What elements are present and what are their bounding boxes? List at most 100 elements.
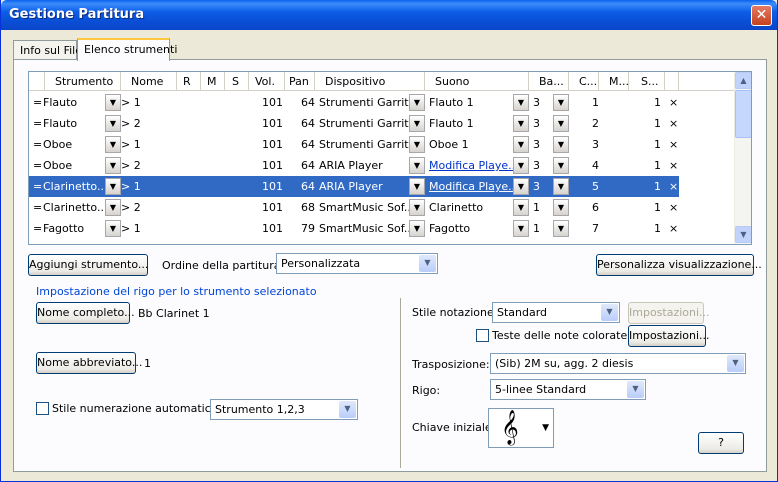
table-row[interactable]: = Flauto ▼ > 2 101 64 Strumenti Garrit... ▼ Flau…: [29, 113, 679, 134]
header-instrument[interactable]: Strumento: [45, 72, 121, 91]
colored-heads-label: Teste delle note colorate: [492, 329, 628, 342]
edit-player-link[interactable]: Modifica Playe...: [429, 159, 513, 172]
table-row[interactable]: = Fagotto ▼ > 1 101 79 SmartMusic Sof... ▼ Fagot…: [29, 218, 679, 239]
full-name-value: Bb Clarinet 1: [138, 307, 210, 320]
channel-cell: 7: [592, 222, 599, 235]
colored-heads-checkbox[interactable]: [476, 329, 489, 342]
name-cell: > 1: [121, 222, 141, 235]
chevron-down-icon[interactable]: ▼: [409, 115, 425, 132]
table-row[interactable]: = Flauto ▼ > 1 101 64 Strumenti Garrit... ▼ Flau…: [29, 92, 679, 113]
initial-clef-picker[interactable]: 𝄞 ▼: [488, 408, 554, 448]
remove-icon[interactable]: ×: [669, 176, 679, 197]
short-name-button[interactable]: Nome abbreviato...: [36, 352, 142, 374]
remove-icon[interactable]: ×: [669, 134, 679, 155]
table-row[interactable]: = Oboe ▼ > 2 101 64 ARIA Player ▼ Modifica Playe…: [29, 155, 679, 176]
table-row[interactable]: = Clarinetto... ▼ > 2 101 68 SmartMusic Sof...…: [29, 197, 679, 218]
name-cell: > 1: [121, 96, 141, 109]
volume-cell: 101: [262, 138, 283, 151]
header-s2[interactable]: S...: [629, 72, 665, 91]
header-r[interactable]: R: [177, 72, 201, 91]
close-button[interactable]: ✕: [751, 5, 772, 26]
notation-style-select[interactable]: Standard ▼: [492, 302, 620, 323]
header-s[interactable]: S: [225, 72, 249, 91]
header-m[interactable]: M: [201, 72, 225, 91]
add-instrument-button[interactable]: Aggiungi strumento...: [28, 254, 148, 276]
header-m2[interactable]: M...: [599, 72, 629, 91]
bank-cell: 3: [533, 96, 540, 109]
chevron-down-icon[interactable]: ▼: [105, 115, 121, 132]
chevron-down-icon[interactable]: ▼: [409, 220, 425, 237]
header-device[interactable]: Dispositivo: [315, 72, 425, 91]
remove-icon[interactable]: ×: [669, 218, 679, 239]
chevron-down-icon[interactable]: ▼: [553, 220, 569, 237]
chevron-down-icon[interactable]: ▼: [553, 157, 569, 174]
s-cell: 1: [654, 96, 661, 109]
device-cell: SmartMusic Sof...: [319, 222, 413, 235]
chevron-down-icon[interactable]: ▼: [553, 199, 569, 216]
remove-icon[interactable]: ×: [669, 155, 679, 176]
chevron-down-icon[interactable]: ▼: [105, 178, 121, 195]
edit-player-link[interactable]: Modifica Playe...: [429, 180, 513, 193]
remove-icon[interactable]: ×: [669, 92, 679, 113]
channel-cell: 6: [592, 201, 599, 214]
auto-numbering-checkbox[interactable]: [36, 402, 49, 415]
bank-cell: 3: [533, 117, 540, 130]
chevron-down-icon[interactable]: ▼: [553, 94, 569, 111]
header-channel[interactable]: C...: [569, 72, 599, 91]
remove-icon[interactable]: ×: [669, 113, 679, 134]
vertical-separator: [400, 298, 401, 468]
chevron-down-icon[interactable]: ▼: [409, 199, 425, 216]
header-volume[interactable]: Vol.: [249, 72, 285, 91]
pan-cell: 79: [301, 222, 315, 235]
header-pan[interactable]: Pan: [285, 72, 315, 91]
chevron-down-icon[interactable]: ▼: [513, 178, 529, 195]
help-button[interactable]: ?: [698, 432, 744, 454]
bank-cell: 1: [533, 222, 540, 235]
chevron-down-icon[interactable]: ▼: [105, 157, 121, 174]
full-name-button[interactable]: Nome completo...: [36, 302, 135, 324]
chevron-down-icon[interactable]: ▼: [513, 115, 529, 132]
chevron-down-icon[interactable]: ▼: [513, 220, 529, 237]
chevron-down-icon[interactable]: ▼: [409, 94, 425, 111]
scroll-up-icon[interactable]: ▲: [735, 72, 751, 89]
chevron-down-icon[interactable]: ▼: [553, 178, 569, 195]
tab-instrument-list[interactable]: Elenco strumenti: [77, 38, 177, 61]
dialog-window: Gestione Partitura ✕ Info sul File Elenc…: [0, 0, 778, 482]
title-bar[interactable]: Gestione Partitura ✕: [1, 0, 777, 30]
table-row[interactable]: = Clarinetto... ▼ > 1 101 64 ARIA Player ▼ Modif…: [29, 176, 679, 197]
table-row[interactable]: = Oboe ▼ > 1 101 64 Strumenti Garrit... ▼ Oboe 1…: [29, 134, 679, 155]
chevron-down-icon[interactable]: ▼: [513, 94, 529, 111]
staff-select[interactable]: 5-linee Standard ▼: [490, 379, 646, 400]
order-label: Ordine della partitura:: [162, 259, 285, 272]
chevron-down-icon[interactable]: ▼: [553, 136, 569, 153]
chevron-down-icon[interactable]: ▼: [553, 115, 569, 132]
chevron-down-icon[interactable]: ▼: [105, 220, 121, 237]
chevron-down-icon[interactable]: ▼: [513, 136, 529, 153]
chevron-down-icon[interactable]: ▼: [409, 136, 425, 153]
chevron-down-icon[interactable]: ▼: [105, 94, 121, 111]
instrument-cell: Flauto: [43, 96, 78, 109]
tab-file-info[interactable]: Info sul File: [13, 40, 82, 60]
chevron-down-icon[interactable]: ▼: [409, 178, 425, 195]
grid-scrollbar[interactable]: ▲ ▼: [734, 72, 751, 244]
colored-heads-settings-button[interactable]: Impostazioni...: [628, 325, 710, 347]
chevron-down-icon[interactable]: ▼: [513, 199, 529, 216]
sound-cell[interactable]: Modifica Playe...: [429, 176, 513, 197]
remove-icon[interactable]: ×: [669, 197, 679, 218]
chevron-down-icon[interactable]: ▼: [409, 157, 425, 174]
order-select[interactable]: Personalizzata ▼: [276, 253, 438, 274]
header-name[interactable]: Nome: [121, 72, 177, 91]
header-sound[interactable]: Suono: [425, 72, 529, 91]
sound-cell[interactable]: Modifica Playe...: [429, 155, 513, 176]
auto-numbering-value: Strumento 1,2,3: [215, 403, 305, 416]
chevron-down-icon[interactable]: ▼: [105, 199, 121, 216]
chevron-down-icon[interactable]: ▼: [513, 157, 529, 174]
scroll-down-icon[interactable]: ▼: [735, 226, 751, 243]
auto-numbering-select[interactable]: Strumento 1,2,3 ▼: [210, 399, 358, 420]
chevron-down-icon[interactable]: ▼: [105, 136, 121, 153]
header-bank[interactable]: Ba...: [529, 72, 569, 91]
customize-view-button[interactable]: Personalizza visualizzazione...: [596, 254, 762, 276]
instrument-grid[interactable]: Strumento Nome R M S Vol. Pan Dispositiv…: [28, 71, 752, 245]
transposition-select[interactable]: (Sib) 2M su, agg. 2 diesis ▼: [490, 353, 746, 374]
scroll-thumb[interactable]: [735, 90, 751, 138]
